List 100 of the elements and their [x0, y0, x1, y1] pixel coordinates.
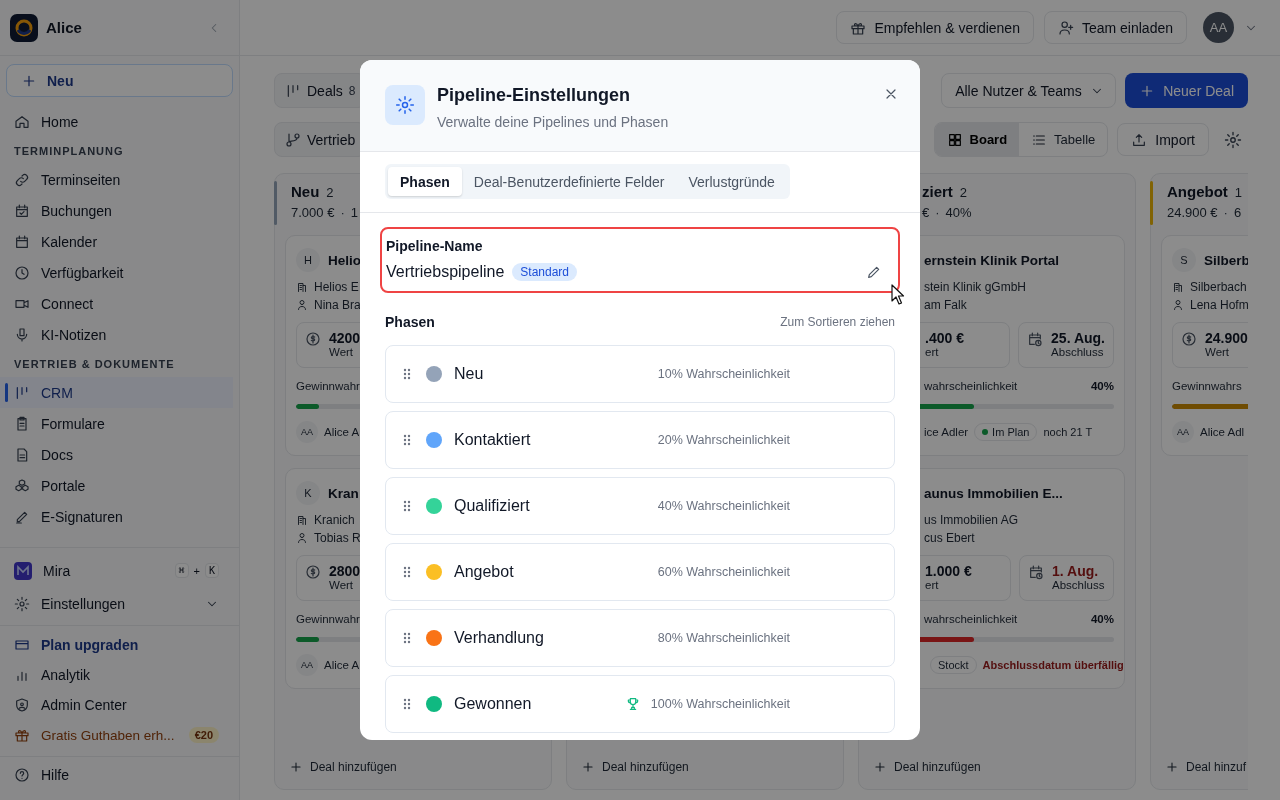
- clock-icon: [14, 264, 30, 281]
- nav-item[interactable]: Formulare: [0, 408, 233, 439]
- dollar-icon: [1181, 331, 1197, 347]
- phase-probability: 40% Wahrscheinlichkeit: [657, 499, 790, 513]
- add-deal-button[interactable]: Deal hinzufügen: [859, 745, 995, 789]
- help-icon: [14, 767, 30, 783]
- user-avatar[interactable]: AA: [1203, 12, 1234, 43]
- add-deal-button[interactable]: Deal hinzufügen: [275, 745, 411, 789]
- add-deal-button[interactable]: Deal hinzufügen: [567, 745, 703, 789]
- nav-item[interactable]: Verfügbarkeit: [0, 257, 233, 288]
- nav-item[interactable]: Home: [0, 106, 233, 137]
- company-avatar: K: [296, 481, 320, 505]
- probability-label: Gewinnwahr: [296, 380, 360, 394]
- building-icon: [296, 514, 308, 526]
- column-probability: 1: [350, 205, 358, 220]
- contact-name: Nina Bra: [314, 298, 361, 312]
- drag-handle-icon[interactable]: [403, 434, 411, 446]
- owner-avatar: AA: [296, 421, 318, 443]
- nav-item[interactable]: Connect: [0, 288, 233, 319]
- nav-item[interactable]: Docs: [0, 439, 233, 470]
- phase-probability: 80% Wahrscheinlichkeit: [657, 631, 790, 645]
- probability-value: 40%: [1090, 613, 1114, 627]
- phase-row[interactable]: Angebot 60% Wahrscheinlichkeit: [385, 543, 895, 601]
- value-label: Wert: [1205, 346, 1231, 358]
- nav-item[interactable]: Terminseiten: [0, 164, 233, 195]
- upgrade-link[interactable]: Plan upgraden: [0, 630, 233, 660]
- plus-icon: [1165, 760, 1179, 774]
- view-tab[interactable]: Board: [934, 123, 1020, 156]
- column-title: Angebot: [1167, 182, 1228, 202]
- new-deal-button[interactable]: Neuer Deal: [1125, 73, 1248, 108]
- person-icon: [296, 299, 308, 311]
- nav-item[interactable]: CRM: [0, 377, 233, 408]
- person-icon: [296, 532, 308, 544]
- shield-person-icon: [14, 697, 30, 713]
- link-icon: [14, 171, 30, 188]
- settings-item[interactable]: Einstellungen: [0, 587, 233, 620]
- deal-value: 2800: [329, 563, 361, 579]
- nav-item[interactable]: Portale: [0, 470, 233, 501]
- help-item[interactable]: Hilfe: [0, 760, 233, 790]
- house-icon: [14, 113, 30, 130]
- nav-section-label: VERTRIEB & DOKUMENTE: [13, 357, 176, 372]
- column-title: ziert: [922, 182, 953, 202]
- column-total: 7.000 €: [291, 205, 335, 220]
- owner-filter-dropdown[interactable]: Alle Nutzer & Teams: [941, 73, 1117, 108]
- drag-handle-icon[interactable]: [403, 698, 411, 710]
- separator-dot: ·: [340, 205, 345, 220]
- shortcut-key: ⌘: [174, 563, 189, 578]
- view-tab[interactable]: Tabelle: [1019, 123, 1108, 156]
- value-label: ert: [925, 346, 940, 358]
- tab[interactable]: Phasen: [388, 167, 462, 196]
- import-button[interactable]: Import: [1117, 123, 1209, 156]
- close-date: 1. Aug.: [1052, 563, 1100, 579]
- phase-row[interactable]: Gewonnen 100% Wahrscheinlichkeit: [385, 675, 895, 733]
- date-label: Abschluss: [1052, 579, 1105, 591]
- nav-item[interactable]: E-Signaturen: [0, 501, 233, 532]
- promo-item[interactable]: Gratis Guthaben erh... €20: [0, 720, 233, 750]
- top-bar-button[interactable]: Empfehlen & verdienen: [836, 11, 1034, 44]
- phase-row[interactable]: Neu 10% Wahrscheinlichkeit: [385, 345, 895, 403]
- microphone-icon: [14, 326, 30, 343]
- owner-avatar: AA: [296, 654, 318, 676]
- owner-name: Alice A: [324, 426, 360, 438]
- gift-icon: [14, 727, 30, 743]
- tab[interactable]: Verlustgründe: [676, 167, 787, 196]
- owner-avatar: AA: [1172, 421, 1194, 443]
- gear-icon: [14, 595, 30, 612]
- nav-item[interactable]: Buchungen: [0, 195, 233, 226]
- phase-row[interactable]: Qualifiziert 40% Wahrscheinlichkeit: [385, 477, 895, 535]
- clipboard-icon: [14, 415, 30, 432]
- drag-handle-icon[interactable]: [403, 500, 411, 512]
- calendar-check-icon: [14, 202, 30, 219]
- contact-name: cus Ebert: [924, 531, 975, 545]
- pipeline-name: Vertriebspipeline: [386, 263, 505, 281]
- company-name: Helios E: [314, 280, 359, 294]
- building-icon: [1172, 281, 1184, 293]
- nav-item[interactable]: Analytik: [0, 660, 233, 690]
- nav-item[interactable]: Kalender: [0, 226, 233, 257]
- top-bar-button[interactable]: Team einladen: [1043, 11, 1187, 44]
- gear-icon: [395, 95, 415, 115]
- phase-row[interactable]: Kontaktiert 20% Wahrscheinlichkeit: [385, 411, 895, 469]
- credit-badge: €20: [188, 727, 219, 743]
- app-logo-icon: [10, 13, 38, 42]
- probability-value: 40%: [1090, 380, 1114, 394]
- drag-handle-icon[interactable]: [403, 368, 411, 380]
- drag-handle-icon[interactable]: [403, 632, 411, 644]
- drag-handle-icon[interactable]: [403, 566, 411, 578]
- document-icon: [14, 446, 30, 463]
- dollar-icon: [305, 331, 321, 347]
- deal-title: Kran: [328, 485, 359, 501]
- phase-row[interactable]: Verhandlung 80% Wahrscheinlichkeit: [385, 609, 895, 667]
- separator-dot: ·: [1223, 205, 1228, 220]
- add-deal-button[interactable]: Deal hinzuf: [1151, 745, 1248, 789]
- deal-value: 24.900: [1205, 330, 1248, 346]
- nav-item[interactable]: Admin Center: [0, 690, 233, 720]
- status-label: Im Plan: [992, 426, 1030, 438]
- assistant-item[interactable]: Mira ⌘ + K: [0, 554, 233, 587]
- phase-name: Angebot: [454, 563, 515, 581]
- nav-item[interactable]: KI-Notizen: [0, 319, 233, 350]
- new-button[interactable]: Neu: [6, 64, 233, 97]
- contact-name: am Falk: [924, 298, 967, 312]
- tab[interactable]: Deal-Benutzerdefinierte Felder: [461, 167, 677, 196]
